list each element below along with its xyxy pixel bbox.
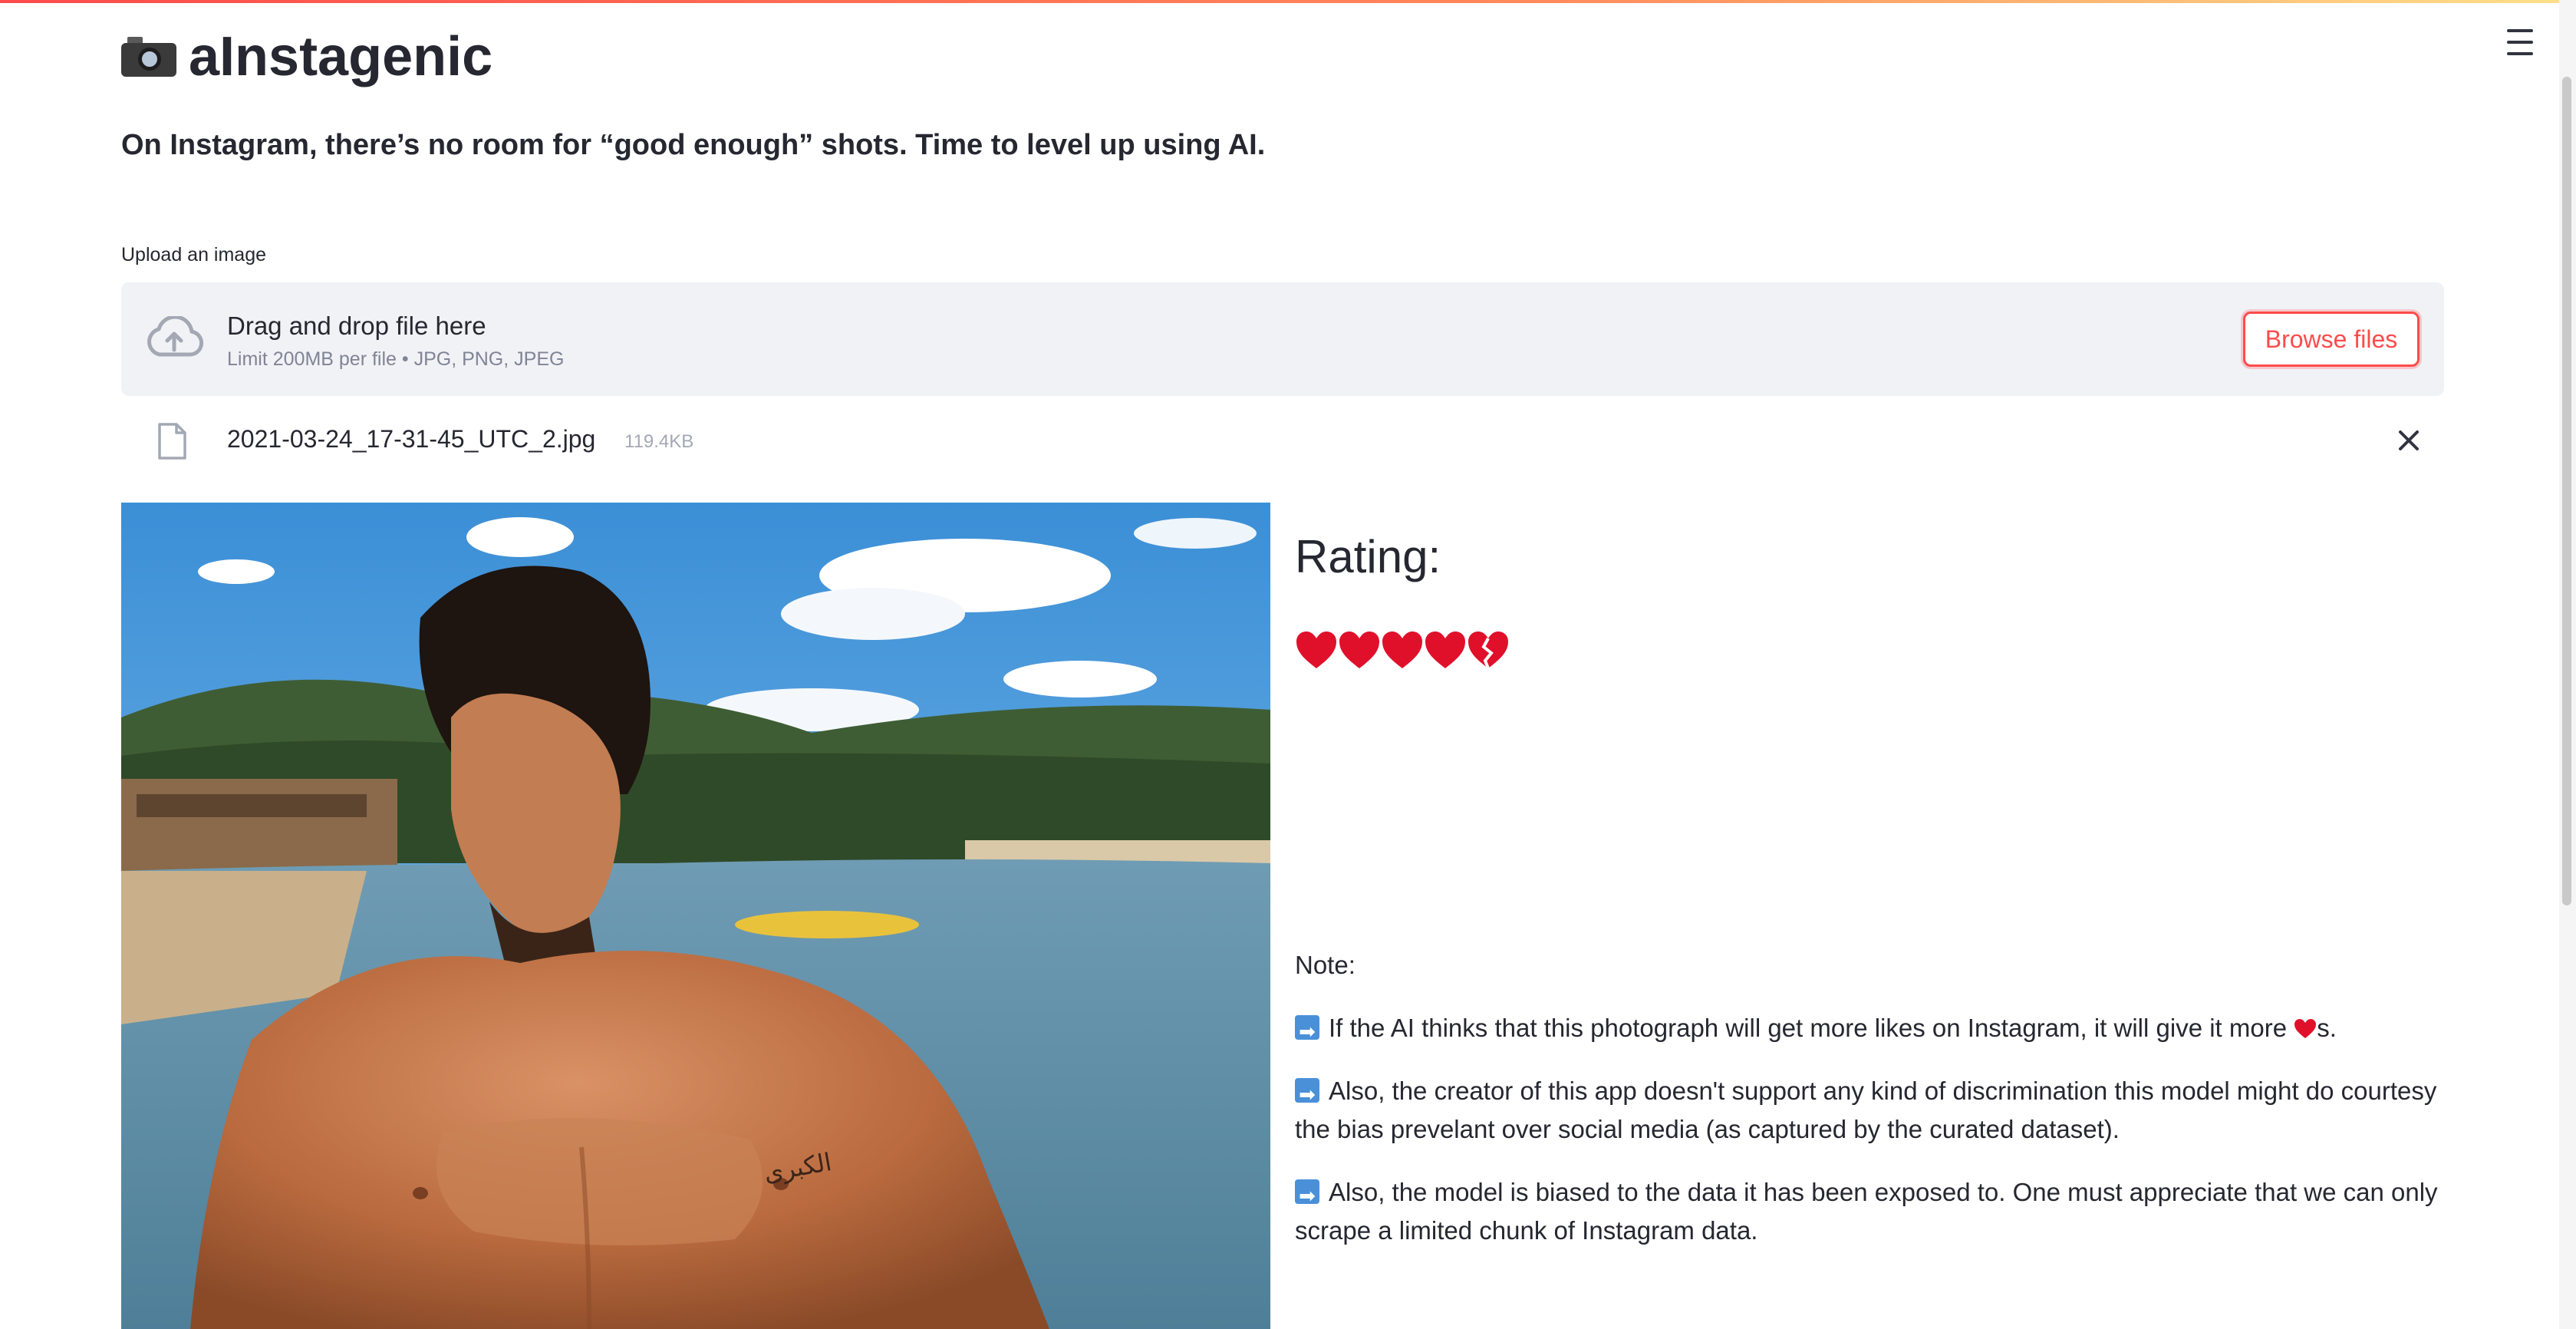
file-dropzone[interactable]: Drag and drop file here Limit 200MB per … [121,282,2444,396]
rating-heading: Rating: [1295,531,1441,582]
heart-icon [1296,632,1336,668]
camera-icon [121,37,176,77]
note-item: If the AI thinks that this photograph wi… [1295,1009,2444,1051]
broken-heart-icon [1468,632,1508,669]
note-item: Also, the model is biased to the data it… [1295,1173,2444,1250]
page-title: aInstagenic [189,26,493,87]
right-arrow-icon [1295,1076,1319,1114]
cloud-upload-icon [147,316,204,357]
remove-file-close-icon[interactable] [2393,425,2424,456]
note-text: Also, the creator of this app doesn't su… [1295,1077,2437,1143]
uploaded-photo: الكبرى [121,503,1270,1329]
dropzone-limit-text: Limit 200MB per file • JPG, PNG, JPEG [227,348,565,370]
file-icon [158,423,186,460]
right-arrow-icon [1295,1013,1319,1051]
heart-icon [2294,1019,2317,1038]
right-arrow-icon [1295,1177,1319,1215]
note-text-suffix: s. [2317,1014,2337,1042]
header: aInstagenic [121,23,492,91]
main-container: aInstagenic On Instagram, there’s no roo… [121,0,2444,1329]
upload-label: Upload an image [121,244,267,265]
note-text: Also, the model is biased to the data it… [1295,1178,2438,1245]
scrollbar[interactable] [2559,0,2576,1329]
uploaded-file-size: 119.4KB [624,431,694,452]
uploaded-file-name: 2021-03-24_17-31-45_UTC_2.jpg [227,425,596,453]
hamburger-menu-icon[interactable] [2507,29,2533,55]
note-label: Note: [1295,951,1356,979]
heart-icon [1339,632,1379,668]
heart-icon [1425,632,1465,668]
note-text: If the AI thinks that this photograph wi… [1329,1014,2288,1042]
browse-files-button[interactable]: Browse files [2243,312,2420,367]
note-item: Also, the creator of this app doesn't su… [1295,1072,2444,1149]
uploaded-file-row: 2021-03-24_17-31-45_UTC_2.jpg 119.4KB [121,414,2444,468]
dropzone-title: Drag and drop file here [227,312,486,340]
photo-image: الكبرى [121,503,1270,1329]
result-panel: Rating: Note: If the AI thinks that this… [1295,503,2444,1329]
heart-icon [1382,632,1422,668]
scrollbar-thumb[interactable] [2562,77,2571,905]
rating-hearts [1295,625,1510,674]
page-subtitle: On Instagram, there’s no room for “good … [121,129,1266,161]
